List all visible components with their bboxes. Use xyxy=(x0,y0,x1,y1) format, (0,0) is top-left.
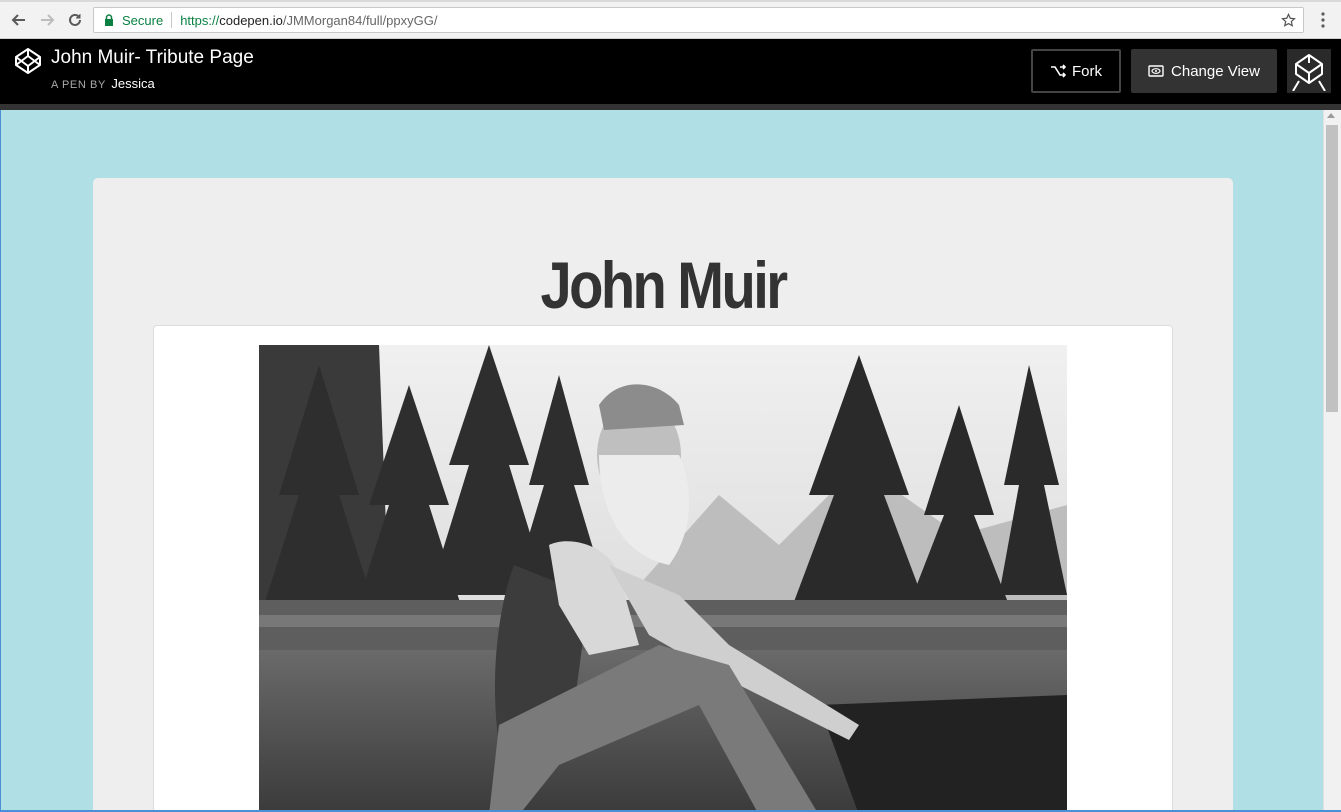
user-avatar-icon xyxy=(1292,54,1326,91)
arrow-left-icon xyxy=(11,14,25,26)
back-button[interactable] xyxy=(8,9,30,31)
lock-icon xyxy=(101,12,117,28)
url-host: codepen.io xyxy=(219,12,283,28)
page-title: John Muir xyxy=(540,248,788,322)
browser-menu-icon[interactable] xyxy=(1316,9,1330,31)
url-text[interactable]: https://codepen.io/JMMorgan84/full/ppxyG… xyxy=(180,13,437,28)
bookmark-star-icon[interactable] xyxy=(1279,11,1297,29)
address-bar[interactable]: Secure https://codepen.io/JMMorgan84/ful… xyxy=(93,7,1304,33)
url-scheme: https:// xyxy=(180,12,220,28)
arrow-right-icon xyxy=(41,14,55,26)
eye-icon xyxy=(1148,65,1164,77)
url-path: /JMMorgan84/full/ppxyGG/ xyxy=(282,12,438,28)
tab-strip-edge xyxy=(0,0,1341,2)
pen-byline: A PEN BY Jessica xyxy=(51,76,155,91)
scroll-up-arrow-icon[interactable] xyxy=(1327,113,1335,118)
reload-icon xyxy=(69,13,81,26)
fork-button[interactable]: Fork xyxy=(1031,49,1121,93)
change-view-label: Change View xyxy=(1171,62,1260,80)
secure-label: Secure xyxy=(122,12,164,28)
reload-button[interactable] xyxy=(64,9,86,31)
forward-button[interactable] xyxy=(36,9,58,31)
john-muir-photo xyxy=(259,345,1067,812)
codepen-logo-icon[interactable] xyxy=(14,47,42,75)
fork-icon xyxy=(1051,64,1066,78)
change-view-button[interactable]: Change View xyxy=(1131,49,1277,93)
scrollbar-thumb[interactable] xyxy=(1326,125,1338,412)
pen-title[interactable]: John Muir- Tribute Page xyxy=(51,47,254,69)
avatar[interactable] xyxy=(1287,49,1331,93)
author-link[interactable]: Jessica xyxy=(111,76,154,91)
by-label: A PEN BY xyxy=(51,79,106,91)
url-divider xyxy=(171,12,173,28)
fork-label: Fork xyxy=(1072,62,1102,80)
